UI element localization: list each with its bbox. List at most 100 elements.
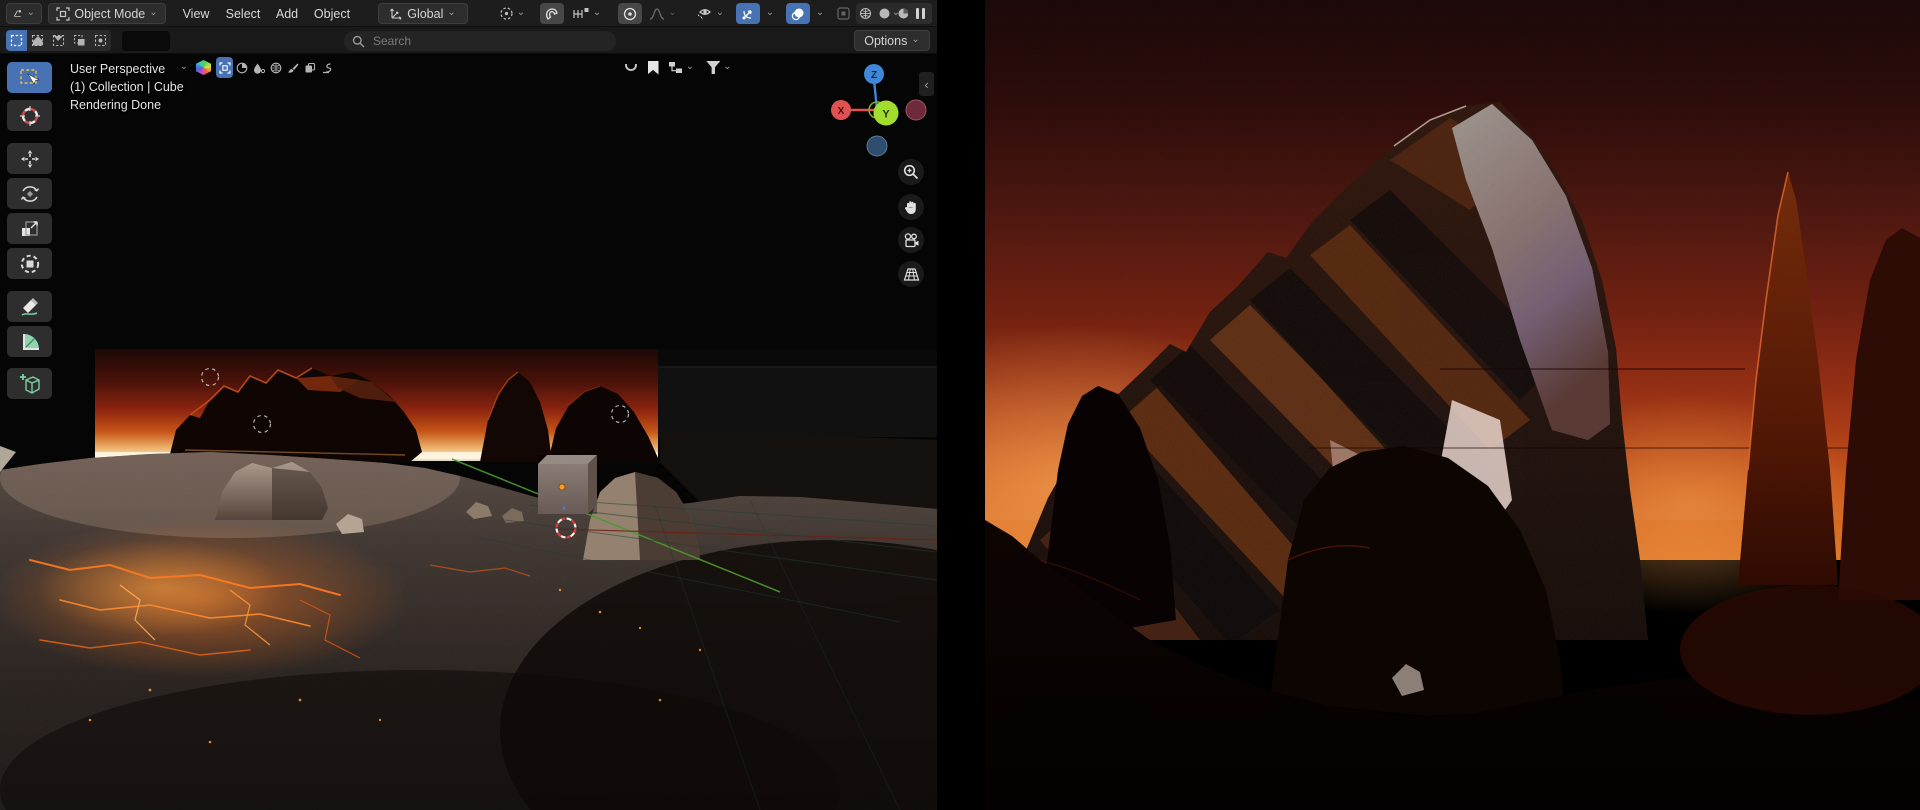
scale-icon bbox=[21, 220, 38, 236]
brush-icon bbox=[287, 63, 298, 73]
pane-divider[interactable] bbox=[937, 0, 985, 810]
svg-text:Z: Z bbox=[871, 70, 877, 81]
chevron-down-icon: ⌄ bbox=[179, 60, 189, 72]
menu-object[interactable]: Object bbox=[310, 3, 354, 24]
shading-dropdown[interactable]: ⌄ bbox=[888, 3, 904, 24]
tool-add-cube[interactable] bbox=[7, 368, 52, 399]
3d-cursor-icon bbox=[19, 105, 40, 126]
show-overlays-dropdown[interactable]: ⌄ bbox=[811, 3, 829, 24]
object-origin-dot bbox=[558, 483, 566, 491]
pan-view-button[interactable] bbox=[898, 194, 924, 220]
render-result-image bbox=[985, 0, 1920, 810]
filter-fluid-toggle[interactable] bbox=[250, 57, 267, 78]
chevron-down-icon: ⌄ bbox=[765, 6, 775, 18]
search-field[interactable] bbox=[344, 31, 616, 51]
gizmo-z-axis[interactable]: Z bbox=[864, 64, 884, 84]
editor-type-button[interactable]: ⌄ bbox=[6, 3, 42, 24]
pivot-point-dropdown[interactable]: ⌄ bbox=[492, 3, 532, 24]
chevron-down-icon: ⌄ bbox=[815, 6, 825, 18]
transform-orientation-dropdown[interactable]: Global ⌄ bbox=[378, 3, 468, 24]
xray-toggle[interactable] bbox=[833, 3, 853, 24]
tool-rotate[interactable] bbox=[7, 178, 52, 209]
gizmo-arrow-icon bbox=[742, 9, 752, 19]
collapse-left-icon: ‹ bbox=[924, 76, 929, 92]
show-gizmo-toggle[interactable] bbox=[736, 3, 760, 24]
filter-world-toggle[interactable] bbox=[267, 57, 284, 78]
editor-3d-viewport-icon bbox=[13, 9, 22, 17]
chevron-down-icon: ⌄ bbox=[911, 33, 920, 45]
menu-add[interactable]: Add bbox=[272, 3, 302, 24]
chevron-down-icon: ⌄ bbox=[592, 6, 602, 18]
zoom-view-button[interactable] bbox=[898, 159, 924, 185]
xray-icon bbox=[836, 7, 850, 20]
select-mode-group bbox=[6, 30, 111, 51]
search-input[interactable] bbox=[371, 33, 581, 49]
tool-header-field[interactable] bbox=[122, 31, 170, 51]
shading-wireframe-button[interactable] bbox=[856, 3, 875, 24]
mesh-data-button[interactable] bbox=[194, 57, 213, 78]
pause-render-button[interactable] bbox=[908, 3, 932, 24]
chevron-down-icon: ⌄ bbox=[447, 6, 456, 18]
filter-hook-toggle[interactable] bbox=[318, 57, 335, 78]
filter-paint-toggle[interactable] bbox=[284, 57, 301, 78]
blender-window: ⌄ Object Mode ⌄ View Select Add Object G… bbox=[0, 0, 1920, 810]
select-mode-subtract-button[interactable] bbox=[48, 30, 69, 51]
filter-duplicate-toggle[interactable] bbox=[301, 57, 318, 78]
display-mode-dropdown[interactable]: ⌄ bbox=[664, 57, 698, 78]
menu-select[interactable]: Select bbox=[222, 3, 264, 24]
filter-dropdown[interactable]: ⌄ bbox=[702, 57, 736, 78]
proportional-editing-icon bbox=[623, 7, 637, 20]
select-mode-invert-button[interactable] bbox=[69, 30, 90, 51]
tool-select-box[interactable] bbox=[7, 62, 52, 93]
options-label: Options bbox=[864, 33, 908, 48]
navigation-gizmo[interactable]: Z X Y bbox=[830, 56, 934, 162]
arc-region-button[interactable] bbox=[620, 57, 642, 78]
chevron-down-icon: ⌄ bbox=[149, 6, 158, 18]
options-dropdown[interactable]: Options ⌄ bbox=[854, 30, 930, 51]
chevron-down-icon: ⌄ bbox=[723, 60, 732, 72]
select-mode-intersect-button[interactable] bbox=[90, 30, 111, 51]
viewport-render-status: Rendering Done bbox=[70, 98, 162, 112]
select-mode-new-button[interactable] bbox=[6, 30, 27, 51]
filter-sphere-toggle[interactable] bbox=[233, 57, 250, 78]
orientation-label: Global bbox=[407, 6, 444, 21]
tool-transform[interactable] bbox=[7, 248, 52, 279]
dataset-collapse-chevron[interactable]: ⌄ bbox=[176, 57, 192, 78]
gizmo-x-negative[interactable] bbox=[905, 99, 927, 121]
tool-measure[interactable] bbox=[7, 326, 52, 357]
hand-icon bbox=[904, 201, 916, 214]
svg-text:Y: Y bbox=[882, 109, 890, 121]
gizmo-y-axis[interactable]: Y bbox=[873, 100, 899, 126]
gizmo-x-axis[interactable]: X bbox=[831, 100, 851, 120]
pause-icon bbox=[915, 8, 925, 19]
select-mode-extend-button[interactable] bbox=[27, 30, 48, 51]
tool-cursor[interactable] bbox=[7, 100, 52, 131]
show-overlays-toggle[interactable] bbox=[786, 3, 810, 24]
toggle-ortho-button[interactable] bbox=[898, 261, 924, 287]
proportional-editing-toggle[interactable] bbox=[618, 3, 642, 24]
hierarchy-icon bbox=[668, 62, 682, 73]
select-box-icon bbox=[19, 68, 40, 85]
proportional-falloff-dropdown[interactable]: ⌄ bbox=[644, 3, 682, 24]
object-mode-icon bbox=[56, 6, 70, 21]
tool-scale[interactable] bbox=[7, 213, 52, 244]
camera-view-button[interactable] bbox=[898, 227, 924, 253]
cube-object[interactable] bbox=[538, 455, 597, 514]
tool-annotate[interactable] bbox=[7, 291, 52, 322]
menu-view[interactable]: View bbox=[178, 3, 214, 24]
chevron-down-icon: ⌄ bbox=[891, 6, 901, 18]
falloff-curve-icon bbox=[650, 7, 665, 20]
show-gizmo-dropdown[interactable]: ⌄ bbox=[761, 3, 779, 24]
filter-funnel-icon bbox=[706, 61, 721, 74]
viewport-3d-scene[interactable] bbox=[0, 54, 937, 810]
tool-move[interactable] bbox=[7, 143, 52, 174]
mode-dropdown[interactable]: Object Mode ⌄ bbox=[48, 3, 166, 24]
filter-select-toggle[interactable] bbox=[216, 57, 233, 78]
snap-toggle[interactable] bbox=[540, 3, 564, 24]
bookmark-button[interactable] bbox=[644, 57, 662, 78]
snap-target-dropdown[interactable]: ⌄ bbox=[566, 3, 608, 24]
object-visibility-dropdown[interactable]: ⌄ bbox=[690, 3, 730, 24]
gizmo-z-negative[interactable] bbox=[866, 135, 888, 157]
pivot-point-icon bbox=[500, 7, 513, 20]
sidebar-collapse-arrow[interactable]: ‹ bbox=[919, 72, 934, 96]
